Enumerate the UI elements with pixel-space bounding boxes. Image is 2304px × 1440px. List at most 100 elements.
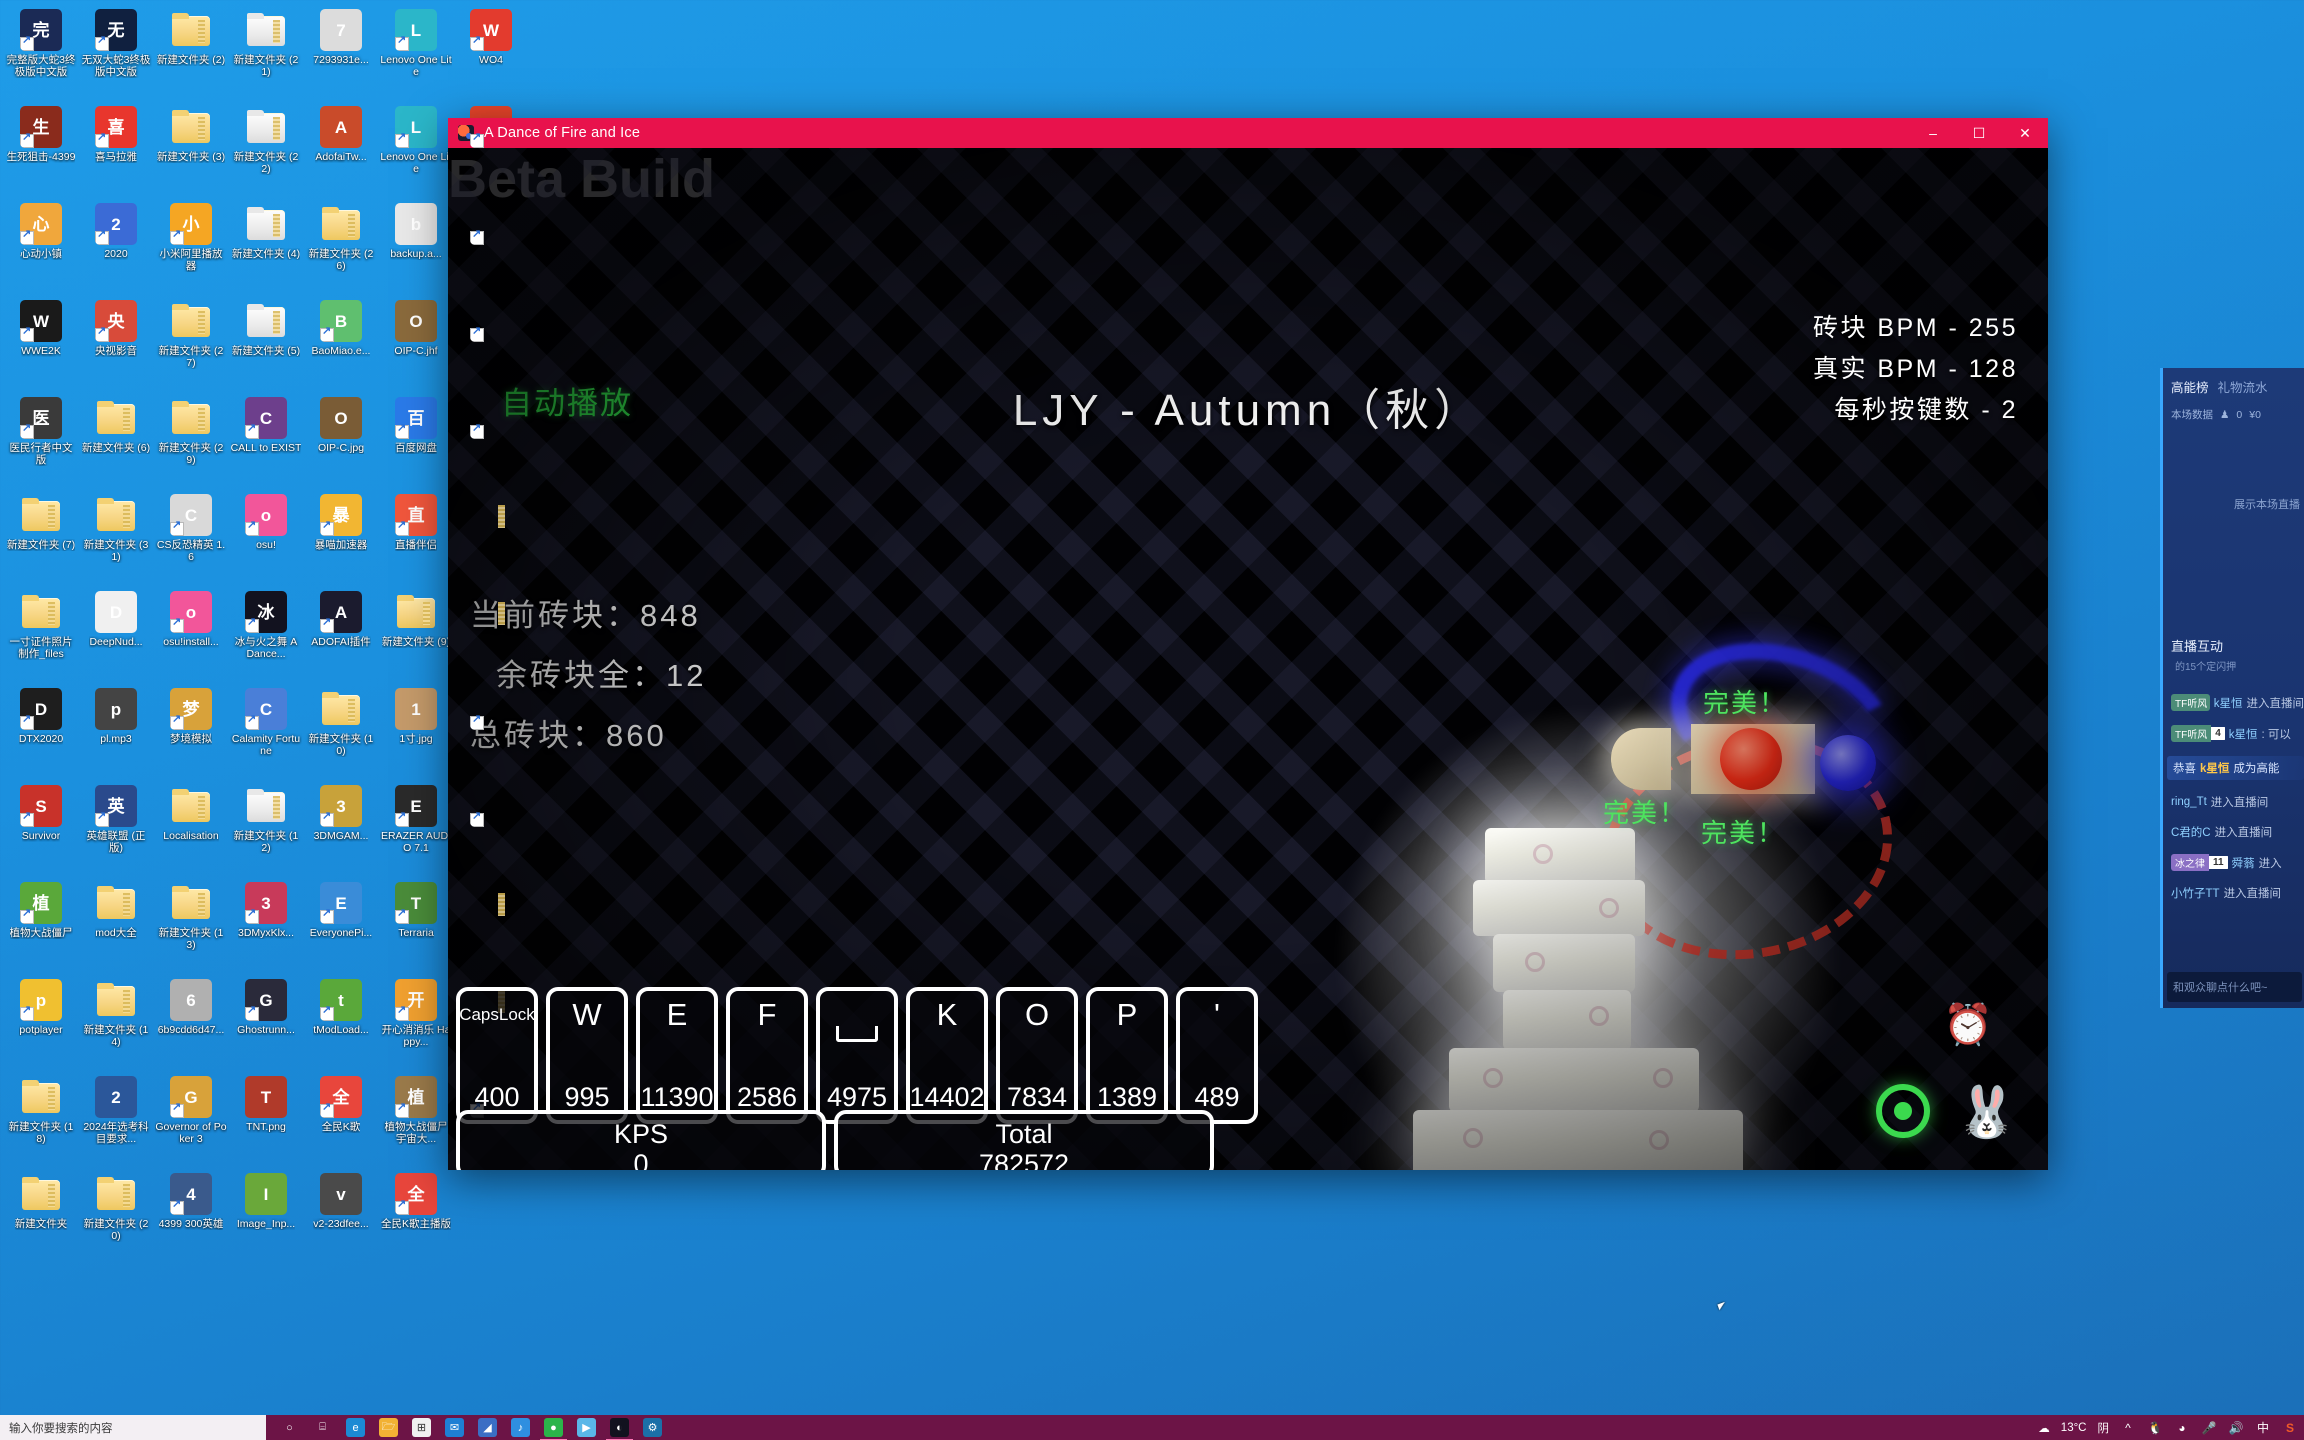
desktop-icon[interactable]: E ERAZER AUDIO 7.1 xyxy=(379,780,453,877)
desktop-icon[interactable]: v v2-23dfee... xyxy=(304,1168,378,1265)
desktop-icon[interactable]: t tModLoad... xyxy=(304,974,378,1071)
chat-message[interactable]: ring_Tt 进入直播间 xyxy=(2167,794,2304,810)
chat-username[interactable]: k星恒 xyxy=(2200,760,2229,776)
chat-message[interactable]: TF听风 4 k星恒: 可以 xyxy=(2167,725,2304,742)
desktop-icon[interactable]: o osu!install... xyxy=(154,586,228,683)
chat-message[interactable]: C君的C 进入直播间 xyxy=(2167,824,2304,840)
qq-icon[interactable]: 🐧 xyxy=(2147,1420,2163,1436)
desktop-icon[interactable]: G Governor of Poker 3 xyxy=(154,1071,228,1168)
desktop-icon[interactable]: 6 6b9cdd6d47... xyxy=(154,974,228,1071)
weather-icon[interactable]: ☁ xyxy=(2038,1421,2050,1435)
wechat-icon[interactable]: ● xyxy=(540,1418,567,1440)
desktop-icon[interactable]: 央央视影音 xyxy=(79,295,153,392)
desktop-icon[interactable]: mod大全 xyxy=(79,877,153,974)
chevron-up-icon[interactable]: ^ xyxy=(2120,1420,2136,1436)
desktop-icon[interactable]: 医医民行者中文版 xyxy=(4,392,78,489)
mail-icon[interactable]: ✉ xyxy=(445,1418,464,1437)
desktop-icon[interactable]: 7 7293931e... xyxy=(304,4,378,101)
game-window[interactable]: A Dance of Fire and Ice – ☐ ✕ Beta Build… xyxy=(448,118,2048,1170)
maximize-button[interactable]: ☐ xyxy=(1956,118,2002,148)
ime-indicator[interactable]: 中 xyxy=(2255,1420,2271,1436)
desktop-icon[interactable]: p potplayer xyxy=(4,974,78,1071)
desktop-icon[interactable]: 新建文件夹 (20) xyxy=(79,1168,153,1265)
desktop-icon[interactable]: I Image_Inp... xyxy=(229,1168,303,1265)
live-stream-panel[interactable]: 高能榜 礼物流水 本场数据 ♟ 0 ¥0 展示本场直播 直播互动 的15个定闪押… xyxy=(2160,368,2304,1008)
desktop-icon[interactable]: 无无双大蛇3终极版中文版 xyxy=(79,4,153,101)
desktop-icon[interactable]: 1 1寸.jpg xyxy=(379,683,453,780)
desktop-icon[interactable]: 新建文件夹 (27) xyxy=(154,295,228,392)
desktop-icon[interactable]: T TNT.png xyxy=(229,1071,303,1168)
chat-username[interactable]: k星恒 xyxy=(2229,726,2258,742)
desktop-icon[interactable]: 4 4399 300英雄 xyxy=(154,1168,228,1265)
steam-icon[interactable]: ⚙ xyxy=(643,1418,662,1437)
desktop-icon[interactable]: 新建文件夹 (9) xyxy=(379,586,453,683)
desktop-icon[interactable]: T Terraria xyxy=(379,877,453,974)
desktop-icon[interactable]: C CS反恐精英 1.6 xyxy=(154,489,228,586)
desktop-icon[interactable]: 2 2020 xyxy=(79,198,153,295)
kugou-icon[interactable]: ♪ xyxy=(511,1418,530,1437)
desktop-icon[interactable]: 新建文件夹 (3) xyxy=(154,101,228,198)
search-input[interactable]: 输入你要搜索的内容 xyxy=(0,1415,266,1440)
desktop-icon[interactable]: E EveryonePi... xyxy=(304,877,378,974)
desktop-icon[interactable]: A ADOFAI插件 xyxy=(304,586,378,683)
game-viewport[interactable]: Beta Build 砖块 BPM - 255真实 BPM - 128每秒按键数… xyxy=(448,148,2048,1170)
mic-icon[interactable]: 🎤 xyxy=(2201,1420,2217,1436)
desktop-icon[interactable]: G Ghostrunn... xyxy=(229,974,303,1071)
desktop-icon[interactable]: L Lenovo One Lite xyxy=(379,4,453,101)
tab-high-energy[interactable]: 高能榜 xyxy=(2171,377,2209,396)
desktop-icon[interactable]: S Survivor xyxy=(4,780,78,877)
desktop-icon[interactable]: 新建文件夹 (7) xyxy=(4,489,78,586)
minimize-button[interactable]: – xyxy=(1910,118,1956,148)
bilibili-icon[interactable]: ▶ xyxy=(577,1418,596,1437)
chat-message[interactable]: 冰之律 11 舜蓊 进入 xyxy=(2167,854,2304,871)
desktop-icon[interactable]: 开开心消消乐 Happy... xyxy=(379,974,453,1071)
desktop-icon[interactable]: 梦梦境模拟 xyxy=(154,683,228,780)
desktop-icon[interactable]: 新建文件夹 (22) xyxy=(229,101,303,198)
desktop-icon[interactable]: 冰冰与火之舞 A Dance... xyxy=(229,586,303,683)
file-explorer-icon[interactable]: 🗁 xyxy=(379,1418,398,1437)
desktop-icon[interactable]: 直直播伴侣 xyxy=(379,489,453,586)
desktop-icon[interactable]: W WWE2K xyxy=(4,295,78,392)
desktop-icon[interactable]: O OIP-C.jhf xyxy=(379,295,453,392)
desktop-icon[interactable]: 新建文件夹 (4) xyxy=(229,198,303,295)
chat-username[interactable]: 小竹子TT xyxy=(2171,885,2220,901)
desktop-icon[interactable]: 植植物大战僵尸 xyxy=(4,877,78,974)
desktop-icon[interactable]: 新建文件夹 (21) xyxy=(229,4,303,101)
taskbar[interactable]: 输入你要搜索的内容 ○ ⌸ e 🗁 ⊞ ✉ ◢ ♪ ● ▶ ◐ ⚙ ☁ 13°C 阴 ^ 🐧 ◕ 🎤 … xyxy=(0,1415,2304,1440)
volume-icon[interactable]: 🔊 xyxy=(2228,1420,2244,1436)
chat-username[interactable]: k星恒 xyxy=(2214,695,2243,711)
sogou-icon[interactable]: S xyxy=(2282,1420,2298,1436)
desktop-icon[interactable]: 小小米阿里播放器 xyxy=(154,198,228,295)
desktop-icon[interactable]: 完完整版大蛇3终极版中文版 xyxy=(4,4,78,101)
desktop-icon[interactable]: 新建文件夹 (13) xyxy=(154,877,228,974)
desktop-icon[interactable]: 2 2024年选考科目要求... xyxy=(79,1071,153,1168)
desktop-icon[interactable]: 心心动小镇 xyxy=(4,198,78,295)
desktop-icon[interactable]: 全全民K歌主播版 xyxy=(379,1168,453,1265)
desktop-icon[interactable]: C CALL to EXIST xyxy=(229,392,303,489)
desktop-icon[interactable]: 暴暴喵加速器 xyxy=(304,489,378,586)
desktop-icon[interactable]: 全全民K歌 xyxy=(304,1071,378,1168)
desktop-icon[interactable]: 新建文件夹 (12) xyxy=(229,780,303,877)
desktop-icon[interactable]: 一寸证件照片制作_files xyxy=(4,586,78,683)
weather-description[interactable]: 阴 xyxy=(2098,1420,2110,1436)
desktop-icon[interactable]: 新建文件夹 (6) xyxy=(79,392,153,489)
desktop-icon[interactable]: 新建文件夹 xyxy=(4,1168,78,1265)
close-button[interactable]: ✕ xyxy=(2002,118,2048,148)
desktop-icon[interactable]: B BaoMiao.e... xyxy=(304,295,378,392)
desktop-icon[interactable]: 新建文件夹 (26) xyxy=(304,198,378,295)
desktop-icon[interactable]: D DTX2020 xyxy=(4,683,78,780)
wifi-icon[interactable]: ◕ xyxy=(2174,1420,2190,1436)
desktop-icon[interactable]: D DeepNud... xyxy=(79,586,153,683)
chat-username[interactable]: ring_Tt xyxy=(2171,796,2207,808)
desktop-icon[interactable]: Localisation xyxy=(154,780,228,877)
lenovo-icon[interactable]: ◢ xyxy=(478,1418,497,1437)
desktop-icon[interactable]: p pl.mp3 xyxy=(79,683,153,780)
desktop-icon[interactable]: 3 3DMyxKlx... xyxy=(229,877,303,974)
desktop-icon[interactable]: 新建文件夹 (5) xyxy=(229,295,303,392)
desktop-icon[interactable]: 生生死狙击-4399 xyxy=(4,101,78,198)
desktop-icon[interactable]: o osu! xyxy=(229,489,303,586)
weather-temperature[interactable]: 13°C xyxy=(2061,1422,2087,1434)
desktop-icon[interactable]: O OIP-C.jpg xyxy=(304,392,378,489)
desktop-icon[interactable]: 新建文件夹 (29) xyxy=(154,392,228,489)
window-titlebar[interactable]: A Dance of Fire and Ice – ☐ ✕ xyxy=(448,118,2048,148)
